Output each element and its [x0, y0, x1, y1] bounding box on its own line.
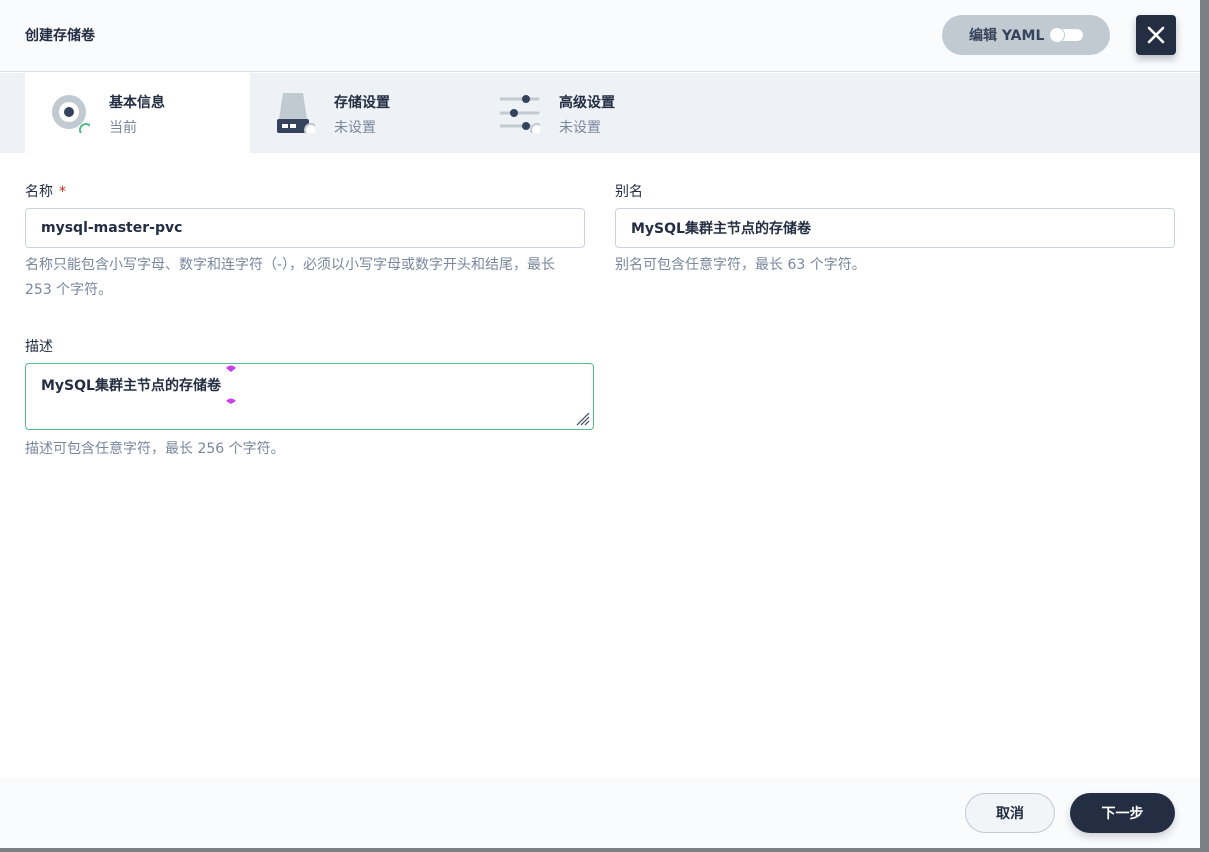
description-textarea[interactable]: MySQL集群主节点的存储卷 [25, 363, 594, 430]
modal-title: 创建存储卷 [25, 28, 95, 44]
yaml-switch[interactable] [1049, 27, 1084, 43]
text-selection-handle-icon[interactable] [225, 364, 237, 373]
disc-icon [52, 95, 90, 133]
required-mark: * [59, 184, 66, 200]
close-icon [1147, 26, 1165, 44]
step-tabs: 基本信息 当前 存储设置 未设置 高级设置 未设置 [0, 73, 1200, 153]
modal-header: 创建存储卷 编辑 YAML [0, 0, 1200, 72]
edit-yaml-label: 编辑 YAML [969, 28, 1045, 44]
alias-input[interactable] [615, 208, 1175, 248]
tab-basic-info-label: 基本信息 [109, 95, 165, 111]
tab-storage-settings[interactable]: 存储设置 未设置 [250, 73, 475, 153]
modal-footer: 取消 下一步 [0, 778, 1200, 848]
tab-advanced-settings-status: 未设置 [559, 120, 601, 136]
name-input[interactable] [25, 208, 585, 248]
tab-basic-info[interactable]: 基本信息 当前 [25, 73, 250, 153]
tab-storage-settings-status: 未设置 [334, 120, 376, 136]
alias-hint: 别名可包含任意字符，最长 63 个字符。 [615, 257, 866, 273]
tab-storage-settings-label: 存储设置 [334, 95, 390, 111]
alias-label: 别名 [615, 184, 643, 200]
description-label: 描述 [25, 339, 53, 355]
backdrop-edge-bottom [0, 848, 1209, 852]
sliders-icon [500, 95, 540, 133]
name-label: 名称 * [25, 181, 66, 201]
name-label-text: 名称 [25, 184, 53, 200]
disk-drive-icon [277, 93, 315, 133]
name-hint: 名称只能包含小写字母、数字和连字符（-），必须以小写字母或数字开头和结尾，最长 … [25, 257, 556, 298]
backdrop-edge [1200, 0, 1209, 852]
close-button[interactable] [1136, 15, 1176, 55]
tab-advanced-settings-label: 高级设置 [559, 95, 615, 111]
cancel-button[interactable]: 取消 [965, 793, 1055, 833]
tab-basic-info-status: 当前 [109, 120, 137, 136]
tab-advanced-settings[interactable]: 高级设置 未设置 [475, 73, 700, 153]
create-volume-modal: 创建存储卷 编辑 YAML 基本信息 当前 存储设置 未设置 高级设置 未设置 … [0, 0, 1200, 848]
edit-yaml-toggle[interactable]: 编辑 YAML [942, 15, 1110, 55]
description-hint: 描述可包含任意字符，最长 256 个字符。 [25, 441, 285, 457]
text-selection-handle-icon[interactable] [225, 396, 237, 405]
resize-grip-icon[interactable] [574, 410, 590, 426]
next-step-button[interactable]: 下一步 [1070, 793, 1175, 833]
